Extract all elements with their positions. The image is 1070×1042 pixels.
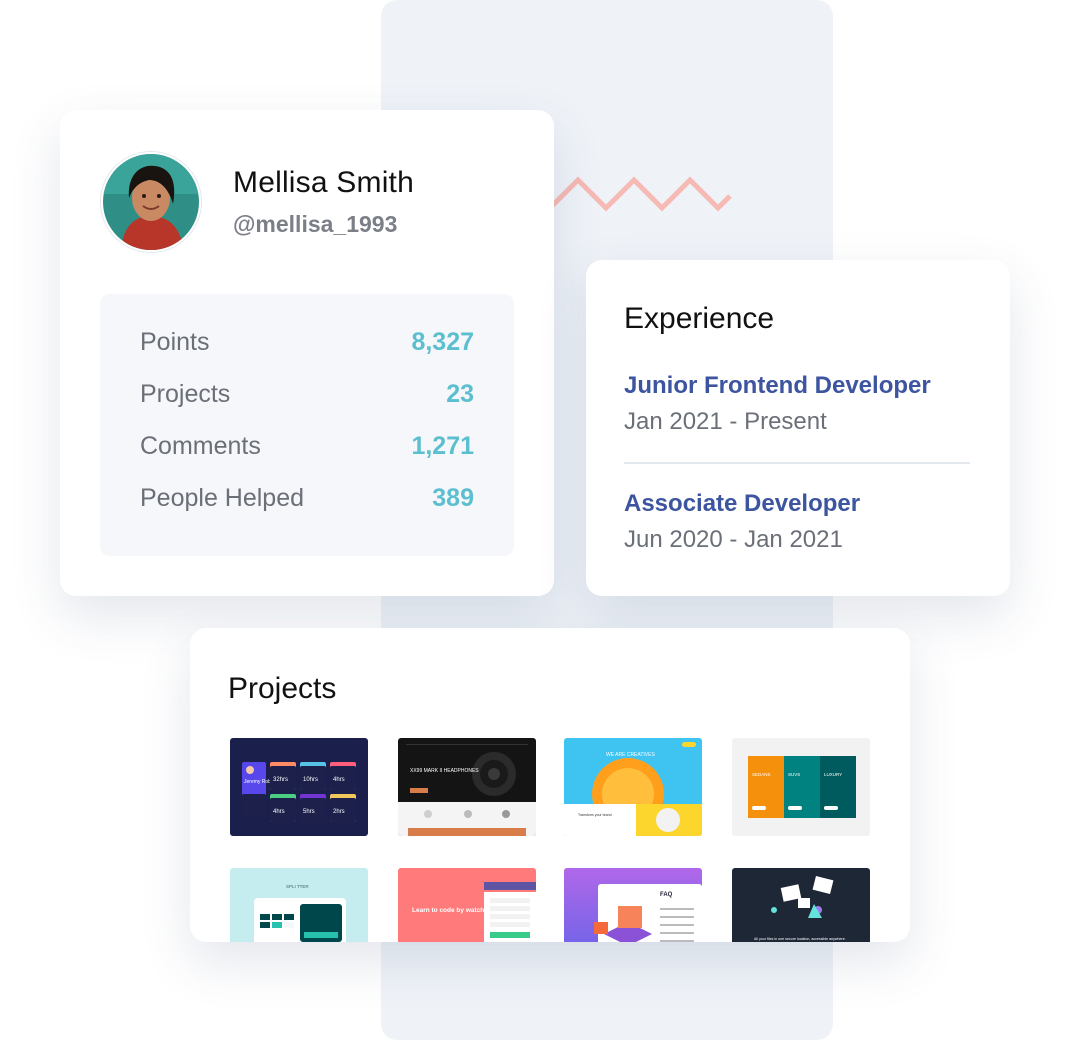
fylo-landing-thumbnail[interactable]: All your files in one secure location, a…: [732, 868, 870, 942]
faq-accordion-thumbnail[interactable]: FAQ: [564, 868, 702, 942]
job-dates: Jan 2021 - Present: [624, 408, 827, 435]
stat-label: People Helped: [140, 483, 305, 512]
job-title-link[interactable]: Junior Frontend Developer: [624, 372, 931, 400]
tip-calculator-thumbnail[interactable]: SPLI TTER: [230, 868, 368, 942]
stats-box: Points 8,327 Projects 23 Comments 1,271 …: [100, 294, 514, 556]
profile-name: Mellisa Smith: [233, 166, 414, 199]
avatar[interactable]: [101, 152, 201, 252]
pricing-columns-thumbnail[interactable]: SEDANS SUVS LUXURY: [732, 738, 870, 836]
thumb-text: XX99 MARK II HEADPHONES: [410, 768, 479, 774]
thumb-text: 32hrs: [273, 777, 288, 783]
stat-row-people-helped: People Helped 389: [140, 483, 474, 513]
thumb-text: 4hrs: [273, 809, 285, 815]
thumb-text: SPLI TTER: [286, 884, 309, 889]
thumb-text: SUVS: [788, 772, 800, 777]
thumb-text: FAQ: [660, 892, 673, 898]
stat-label: Projects: [140, 379, 231, 408]
profile-card: Mellisa Smith @mellisa_1993 Points 8,327…: [60, 110, 554, 596]
stat-row-projects: Projects 23: [140, 379, 474, 409]
thumb-text: Transform your brand: [578, 813, 612, 817]
job-title-link[interactable]: Associate Developer: [624, 490, 860, 518]
zigzag-decoration: [548, 176, 732, 212]
thumb-text: 10hrs: [303, 777, 318, 783]
experience-title: Experience: [624, 302, 775, 335]
stat-label: Points: [140, 327, 210, 356]
intro-signup-thumbnail[interactable]: Learn to code by watching others: [398, 868, 536, 942]
stat-row-comments: Comments 1,271: [140, 431, 474, 461]
divider: [624, 462, 970, 464]
thumb-text: 5hrs: [303, 809, 315, 815]
thumb-text: SEDANS: [752, 772, 771, 777]
stat-value: 8,327: [411, 327, 474, 356]
projects-title: Projects: [228, 672, 337, 705]
stat-row-points: Points 8,327: [140, 327, 474, 357]
thumb-text: 2hrs: [333, 809, 345, 815]
experience-card: Experience Junior Frontend Developer Jan…: [586, 260, 1010, 596]
stat-label: Comments: [140, 431, 261, 460]
headphones-landing-thumbnail[interactable]: XX99 MARK II HEADPHONES: [398, 738, 536, 836]
profile-handle: @mellisa_1993: [233, 211, 398, 237]
thumb-text: 4hrs: [333, 777, 345, 783]
thumb-text: WE ARE CREATIVES: [606, 752, 655, 758]
stat-value: 389: [432, 483, 474, 512]
stat-value: 1,271: [411, 431, 474, 460]
projects-card: Projects Jeremy Robson 32hrs 10hrs 4hrs …: [190, 628, 910, 942]
thumb-text: All your files in one secure location, a…: [754, 937, 846, 941]
sunnyside-agency-thumbnail[interactable]: WE ARE CREATIVES Transform your brand: [564, 738, 702, 836]
time-tracking-dashboard-thumbnail[interactable]: Jeremy Robson 32hrs 10hrs 4hrs 4hrs 5hrs…: [230, 738, 368, 836]
stat-value: 23: [446, 379, 474, 408]
thumb-text: LUXURY: [824, 772, 842, 777]
job-dates: Jun 2020 - Jan 2021: [624, 526, 843, 553]
